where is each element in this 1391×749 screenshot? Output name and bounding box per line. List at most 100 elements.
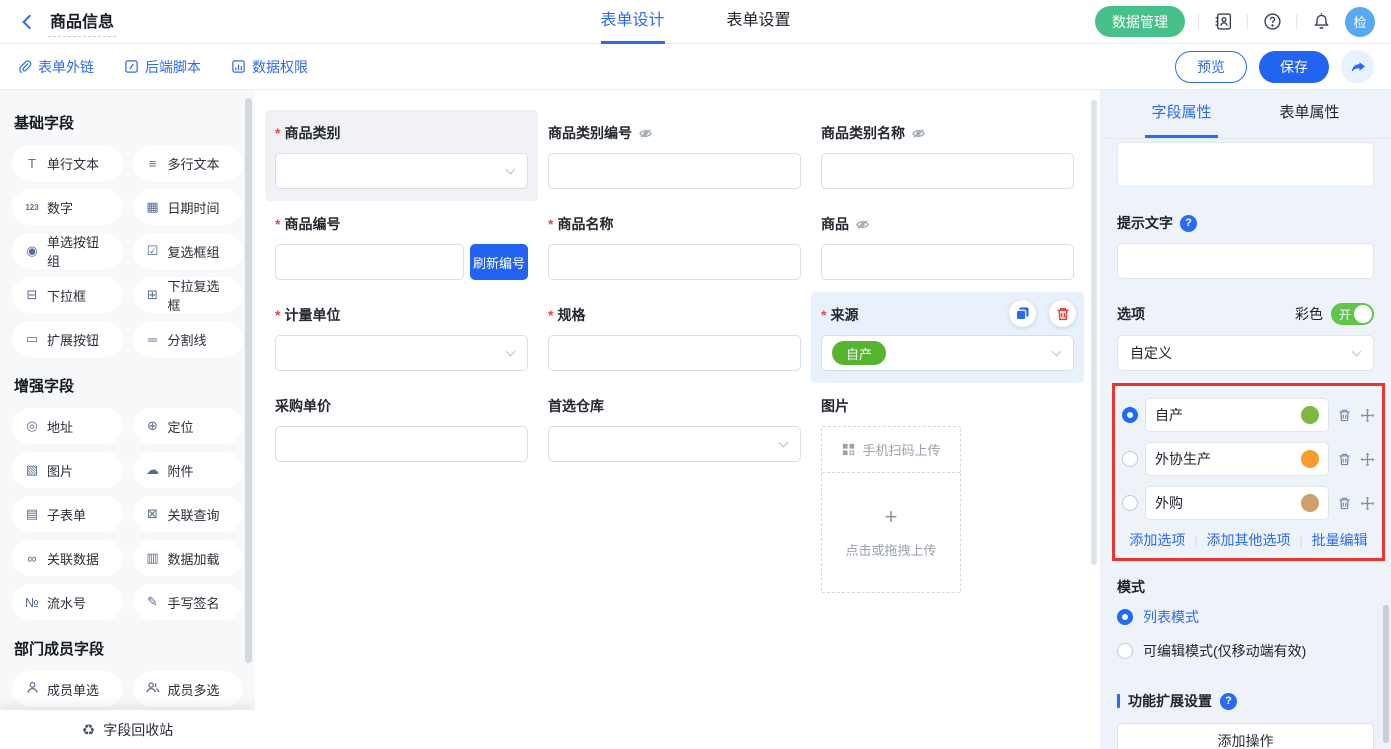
color-toggle[interactable]: 开 [1331,303,1374,325]
field-category[interactable]: *商品类别 [265,110,538,201]
add-other-option-link[interactable]: 添加其他选项 [1207,530,1291,550]
option-text-input[interactable]: 外购 [1145,486,1329,520]
field-item-linked-query[interactable]: ⊠关联查询 [133,496,244,532]
option-radio[interactable] [1122,451,1138,467]
option-text-input[interactable]: 自产 [1145,398,1329,432]
plus-icon: + [885,506,898,528]
scan-upload-button[interactable]: 手机扫码上传 [822,427,960,473]
backend-script-link[interactable]: 后端脚本 [124,57,201,77]
hint-text-input[interactable] [1117,243,1374,279]
field-source[interactable]: *来源 自产 [811,292,1084,383]
category-name-input[interactable] [821,153,1074,189]
mode-editable[interactable]: 可编辑模式(仅移动端有效) [1117,641,1374,661]
option-color-dot[interactable] [1301,450,1319,468]
mode-list[interactable]: 列表模式 [1117,607,1374,627]
field-item-multi-dropdown[interactable]: ⊞下拉复选框 [133,277,244,313]
field-category-name[interactable]: 商品类别名称 [811,110,1084,201]
tab-form-properties[interactable]: 表单属性 [1274,90,1346,138]
field-item-location[interactable]: ⊕定位 [133,408,244,444]
form-external-link[interactable]: 表单外链 [17,57,94,77]
field-item-datetime[interactable]: ▦日期时间 [133,189,244,225]
extension-help-icon[interactable]: ? [1220,693,1237,710]
canvas-scrollbar[interactable] [1091,100,1097,565]
data-permission-link[interactable]: 数据权限 [231,57,308,77]
field-item-extend-button[interactable]: ▭扩展按钮 [12,321,123,357]
source-select[interactable]: 自产 [821,335,1074,371]
field-item-member-multi[interactable]: 成员多选 [133,671,244,707]
copy-field-button[interactable] [1009,300,1036,327]
field-item-member-single[interactable]: 成员单选 [12,671,123,707]
options-source-select[interactable]: 自定义 [1117,335,1374,371]
add-action-button[interactable]: 添加操作 [1117,723,1374,749]
field-product[interactable]: 商品 [811,201,1084,292]
field-item-attachment[interactable]: ☁附件 [133,452,244,488]
option-drag-handle[interactable] [1359,451,1375,467]
field-product-name[interactable]: *商品名称 [538,201,811,292]
field-purchase-price[interactable]: 采购单价 [265,383,538,605]
click-drag-upload-area[interactable]: + 点击或拖拽上传 [822,473,960,592]
help-icon[interactable] [1261,11,1283,33]
multi-text-icon: ≡ [145,156,161,171]
bell-icon[interactable] [1310,11,1332,33]
warehouse-select[interactable] [548,426,801,462]
data-manage-button[interactable]: 数据管理 [1095,6,1185,37]
panel-scrollbar[interactable] [1383,605,1389,743]
field-image-upload[interactable]: 图片 手机扫码上传 + 点击或拖拽上传 [811,383,1084,605]
field-item-checkbox-group[interactable]: ☑复选框组 [133,233,244,269]
field-item-number[interactable]: 123数字 [12,189,123,225]
product-code-input[interactable] [275,244,464,280]
field-item-single-text[interactable]: T单行文本 [12,145,123,181]
field-spec[interactable]: *规格 [538,292,811,383]
option-radio-selected[interactable] [1122,407,1138,423]
preview-button[interactable]: 预览 [1175,51,1247,83]
field-item-data-load[interactable]: ▥数据加载 [133,540,244,576]
unit-select[interactable] [275,335,528,371]
field-warehouse[interactable]: 首选仓库 [538,383,811,605]
product-name-input[interactable] [548,244,801,280]
field-item-divider[interactable]: ═分割线 [133,321,244,357]
back-button[interactable] [16,11,38,33]
share-button[interactable] [1341,50,1374,83]
field-recycle-bin[interactable]: ♻ 字段回收站 [0,710,255,749]
option-color-dot[interactable] [1301,494,1319,512]
category-code-input[interactable] [548,153,801,189]
tab-form-design[interactable]: 表单设计 [600,0,664,44]
field-item-signature[interactable]: ✎手写签名 [133,584,244,620]
delete-field-button[interactable] [1049,300,1076,327]
field-item-serial-number[interactable]: №流水号 [12,584,123,620]
field-item-subform[interactable]: ▤子表单 [12,496,123,532]
category-select[interactable] [275,153,528,189]
option-radio[interactable] [1122,495,1138,511]
avatar[interactable]: 检 [1345,7,1375,37]
tab-form-settings[interactable]: 表单设置 [727,0,791,44]
option-delete-button[interactable] [1336,495,1352,511]
contact-book-icon[interactable] [1212,11,1234,33]
option-delete-button[interactable] [1336,451,1352,467]
field-name-input[interactable] [1117,142,1374,187]
field-category-code[interactable]: 商品类别编号 [538,110,811,201]
batch-edit-link[interactable]: 批量编辑 [1312,530,1368,550]
option-drag-handle[interactable] [1359,407,1375,423]
field-item-linked-data[interactable]: ∞关联数据 [12,540,123,576]
add-option-link[interactable]: 添加选项 [1129,530,1185,550]
option-text-input[interactable]: 外协生产 [1145,442,1329,476]
spec-input[interactable] [548,335,801,371]
field-item-image[interactable]: ▧图片 [12,452,123,488]
save-button[interactable]: 保存 [1259,51,1329,83]
purchase-price-input[interactable] [275,426,528,462]
tab-field-properties[interactable]: 字段属性 [1145,90,1217,138]
option-color-dot[interactable] [1301,406,1319,424]
option-drag-handle[interactable] [1359,495,1375,511]
product-input[interactable] [821,244,1074,280]
refresh-code-button[interactable]: 刷新编号 [470,244,528,280]
field-item-multi-text[interactable]: ≡多行文本 [133,145,244,181]
sidebar-scrollbar[interactable] [245,98,252,663]
field-item-address[interactable]: ◎地址 [12,408,123,444]
field-unit[interactable]: *计量单位 [265,292,538,383]
field-item-dropdown[interactable]: ⊟下拉框 [12,277,123,313]
option-delete-button[interactable] [1336,407,1352,423]
form-title[interactable]: 商品信息 [48,7,116,37]
field-item-radio-group[interactable]: ◉单选按钮组 [12,233,123,269]
field-product-code[interactable]: *商品编号 刷新编号 [265,201,538,292]
hint-help-icon[interactable]: ? [1180,215,1197,232]
